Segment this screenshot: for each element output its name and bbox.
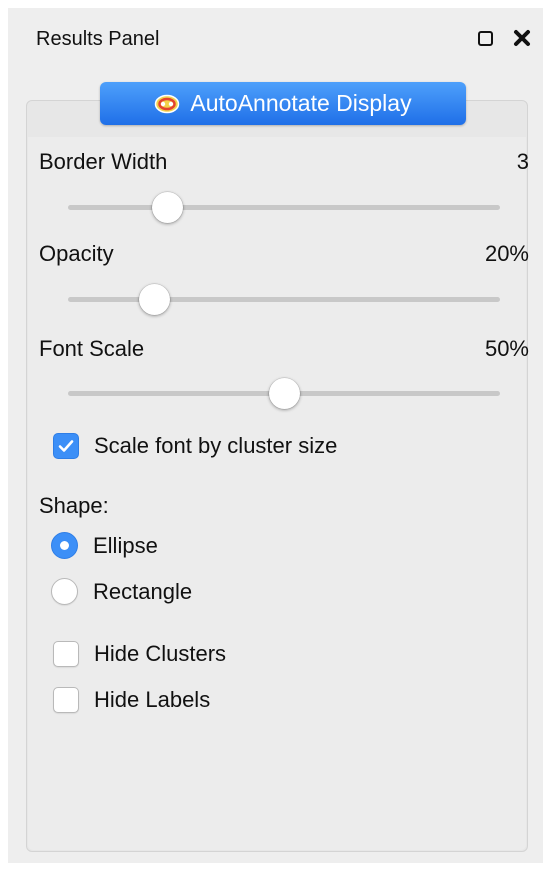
font-scale-slider[interactable] [68,378,500,409]
radio-rectangle-row[interactable]: Rectangle [51,578,192,605]
slider-track [68,205,500,210]
scale-font-label: Scale font by cluster size [94,433,338,458]
autoannotate-icon [155,94,180,113]
panel-title: Results Panel [36,28,160,50]
tab-label: AutoAnnotate Display [190,90,412,116]
opacity-slider[interactable] [68,284,500,315]
opacity-value: 20% [484,241,529,266]
checkmark-icon [58,440,74,452]
radio-dot-icon [60,541,69,550]
radio-rectangle[interactable] [51,578,78,605]
maximize-icon [477,30,493,46]
border-width-label: Border Width [39,149,168,174]
radio-rectangle-label: Rectangle [93,578,193,604]
radio-ellipse[interactable] [51,532,78,559]
hide-clusters-checkbox[interactable] [53,641,79,667]
slider-thumb[interactable] [152,192,184,223]
slider-track [68,297,500,302]
hide-labels-row[interactable]: Hide Labels [53,687,210,713]
panel-title-bar: Results Panel [8,8,543,68]
slider-thumb[interactable] [269,378,300,409]
shape-label: Shape: [39,493,109,518]
border-width-slider[interactable] [68,192,500,223]
hide-clusters-row[interactable]: Hide Clusters [53,641,226,667]
font-scale-label: Font Scale [39,336,145,361]
opacity-label: Opacity [39,241,114,266]
results-panel: Results Panel AutoAnnotate Display Borde… [8,8,543,863]
radio-ellipse-row[interactable]: Ellipse [51,532,158,559]
border-width-value: 3 [516,149,529,174]
hide-clusters-label: Hide Clusters [94,641,227,666]
slider-thumb[interactable] [139,284,171,315]
radio-ellipse-label: Ellipse [93,532,158,558]
close-icon [514,30,530,46]
font-scale-value: 50% [484,336,529,361]
hide-labels-label: Hide Labels [94,687,211,712]
scale-font-checkbox[interactable] [53,433,79,459]
close-button[interactable] [510,26,534,50]
scale-font-checkbox-row[interactable]: Scale font by cluster size [53,433,337,459]
hide-labels-checkbox[interactable] [53,687,79,713]
tab-autoannotate-display[interactable]: AutoAnnotate Display [100,82,466,125]
maximize-button[interactable] [473,26,497,50]
